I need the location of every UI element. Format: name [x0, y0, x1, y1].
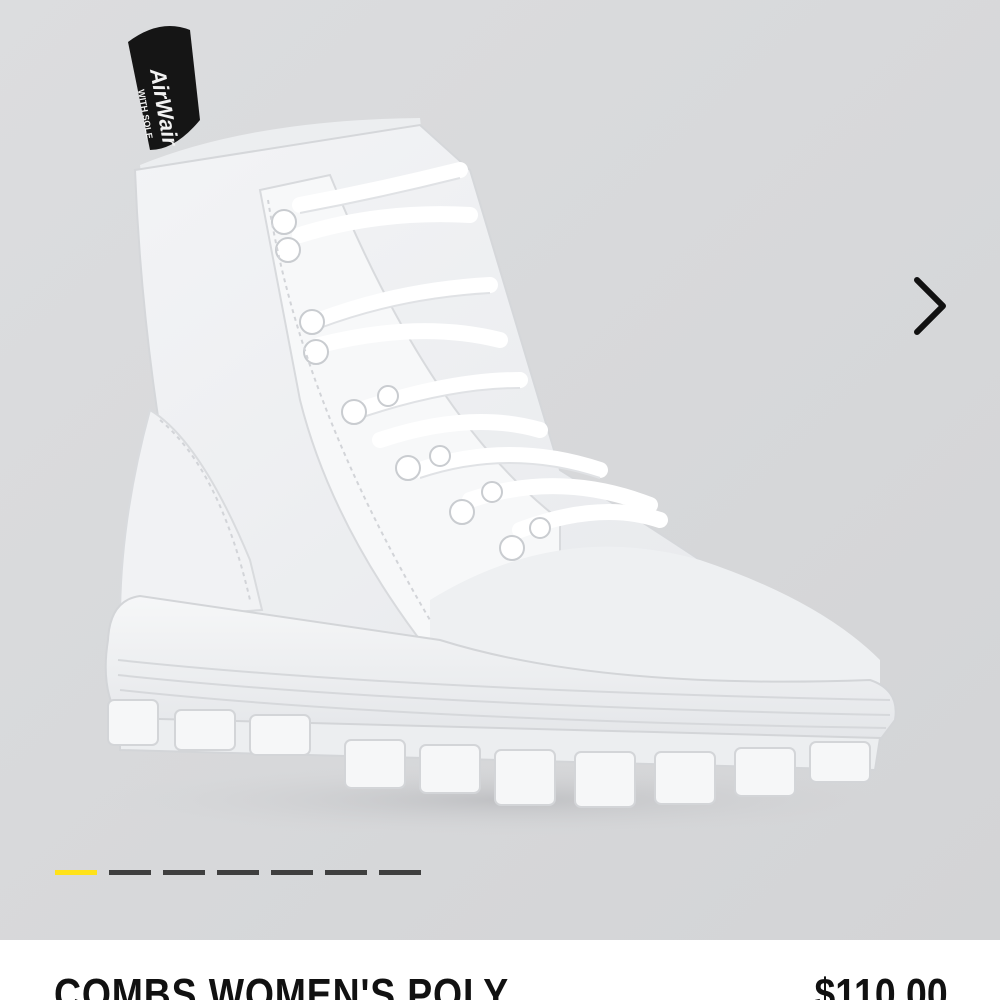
slide-indicator-2[interactable]: [109, 870, 151, 875]
slide-indicator-6[interactable]: [325, 870, 367, 875]
slide-indicator-1[interactable]: [55, 870, 97, 875]
product-name[interactable]: COMBS WOMEN'S POLY: [54, 970, 509, 1000]
product-info: COMBS WOMEN'S POLY $110.00: [0, 940, 1000, 1000]
product-page: AirWair WITH SOLE COMBS WOMEN'S POLY $11…: [0, 0, 1000, 1000]
image-pagination: [55, 870, 421, 875]
slide-indicator-3[interactable]: [163, 870, 205, 875]
product-image: AirWair WITH SOLE: [0, 0, 1000, 940]
slide-indicator-4[interactable]: [217, 870, 259, 875]
slide-indicator-7[interactable]: [379, 870, 421, 875]
next-image-button[interactable]: [896, 268, 966, 344]
slide-indicator-5[interactable]: [271, 870, 313, 875]
chevron-right-icon: [914, 277, 946, 335]
product-image-gallery[interactable]: AirWair WITH SOLE: [0, 0, 1000, 940]
product-price: $110.00: [814, 970, 948, 1000]
